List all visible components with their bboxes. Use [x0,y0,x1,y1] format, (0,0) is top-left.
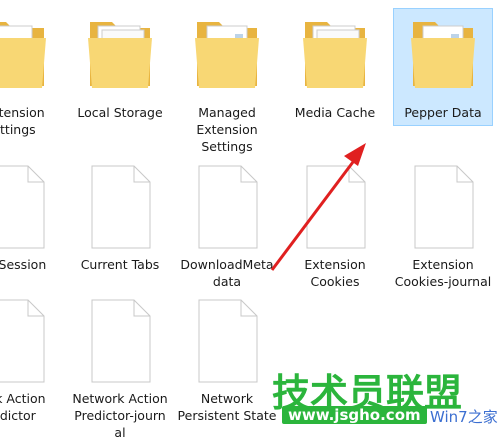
watermark: 技术员联盟 www.jsgho.com Win7之家 [270,362,500,432]
arrow-shaft [270,157,358,271]
arrow-head [344,143,366,166]
watermark-url: www.jsgho.com [282,406,427,424]
watermark-small: Win7之家 [430,408,498,426]
